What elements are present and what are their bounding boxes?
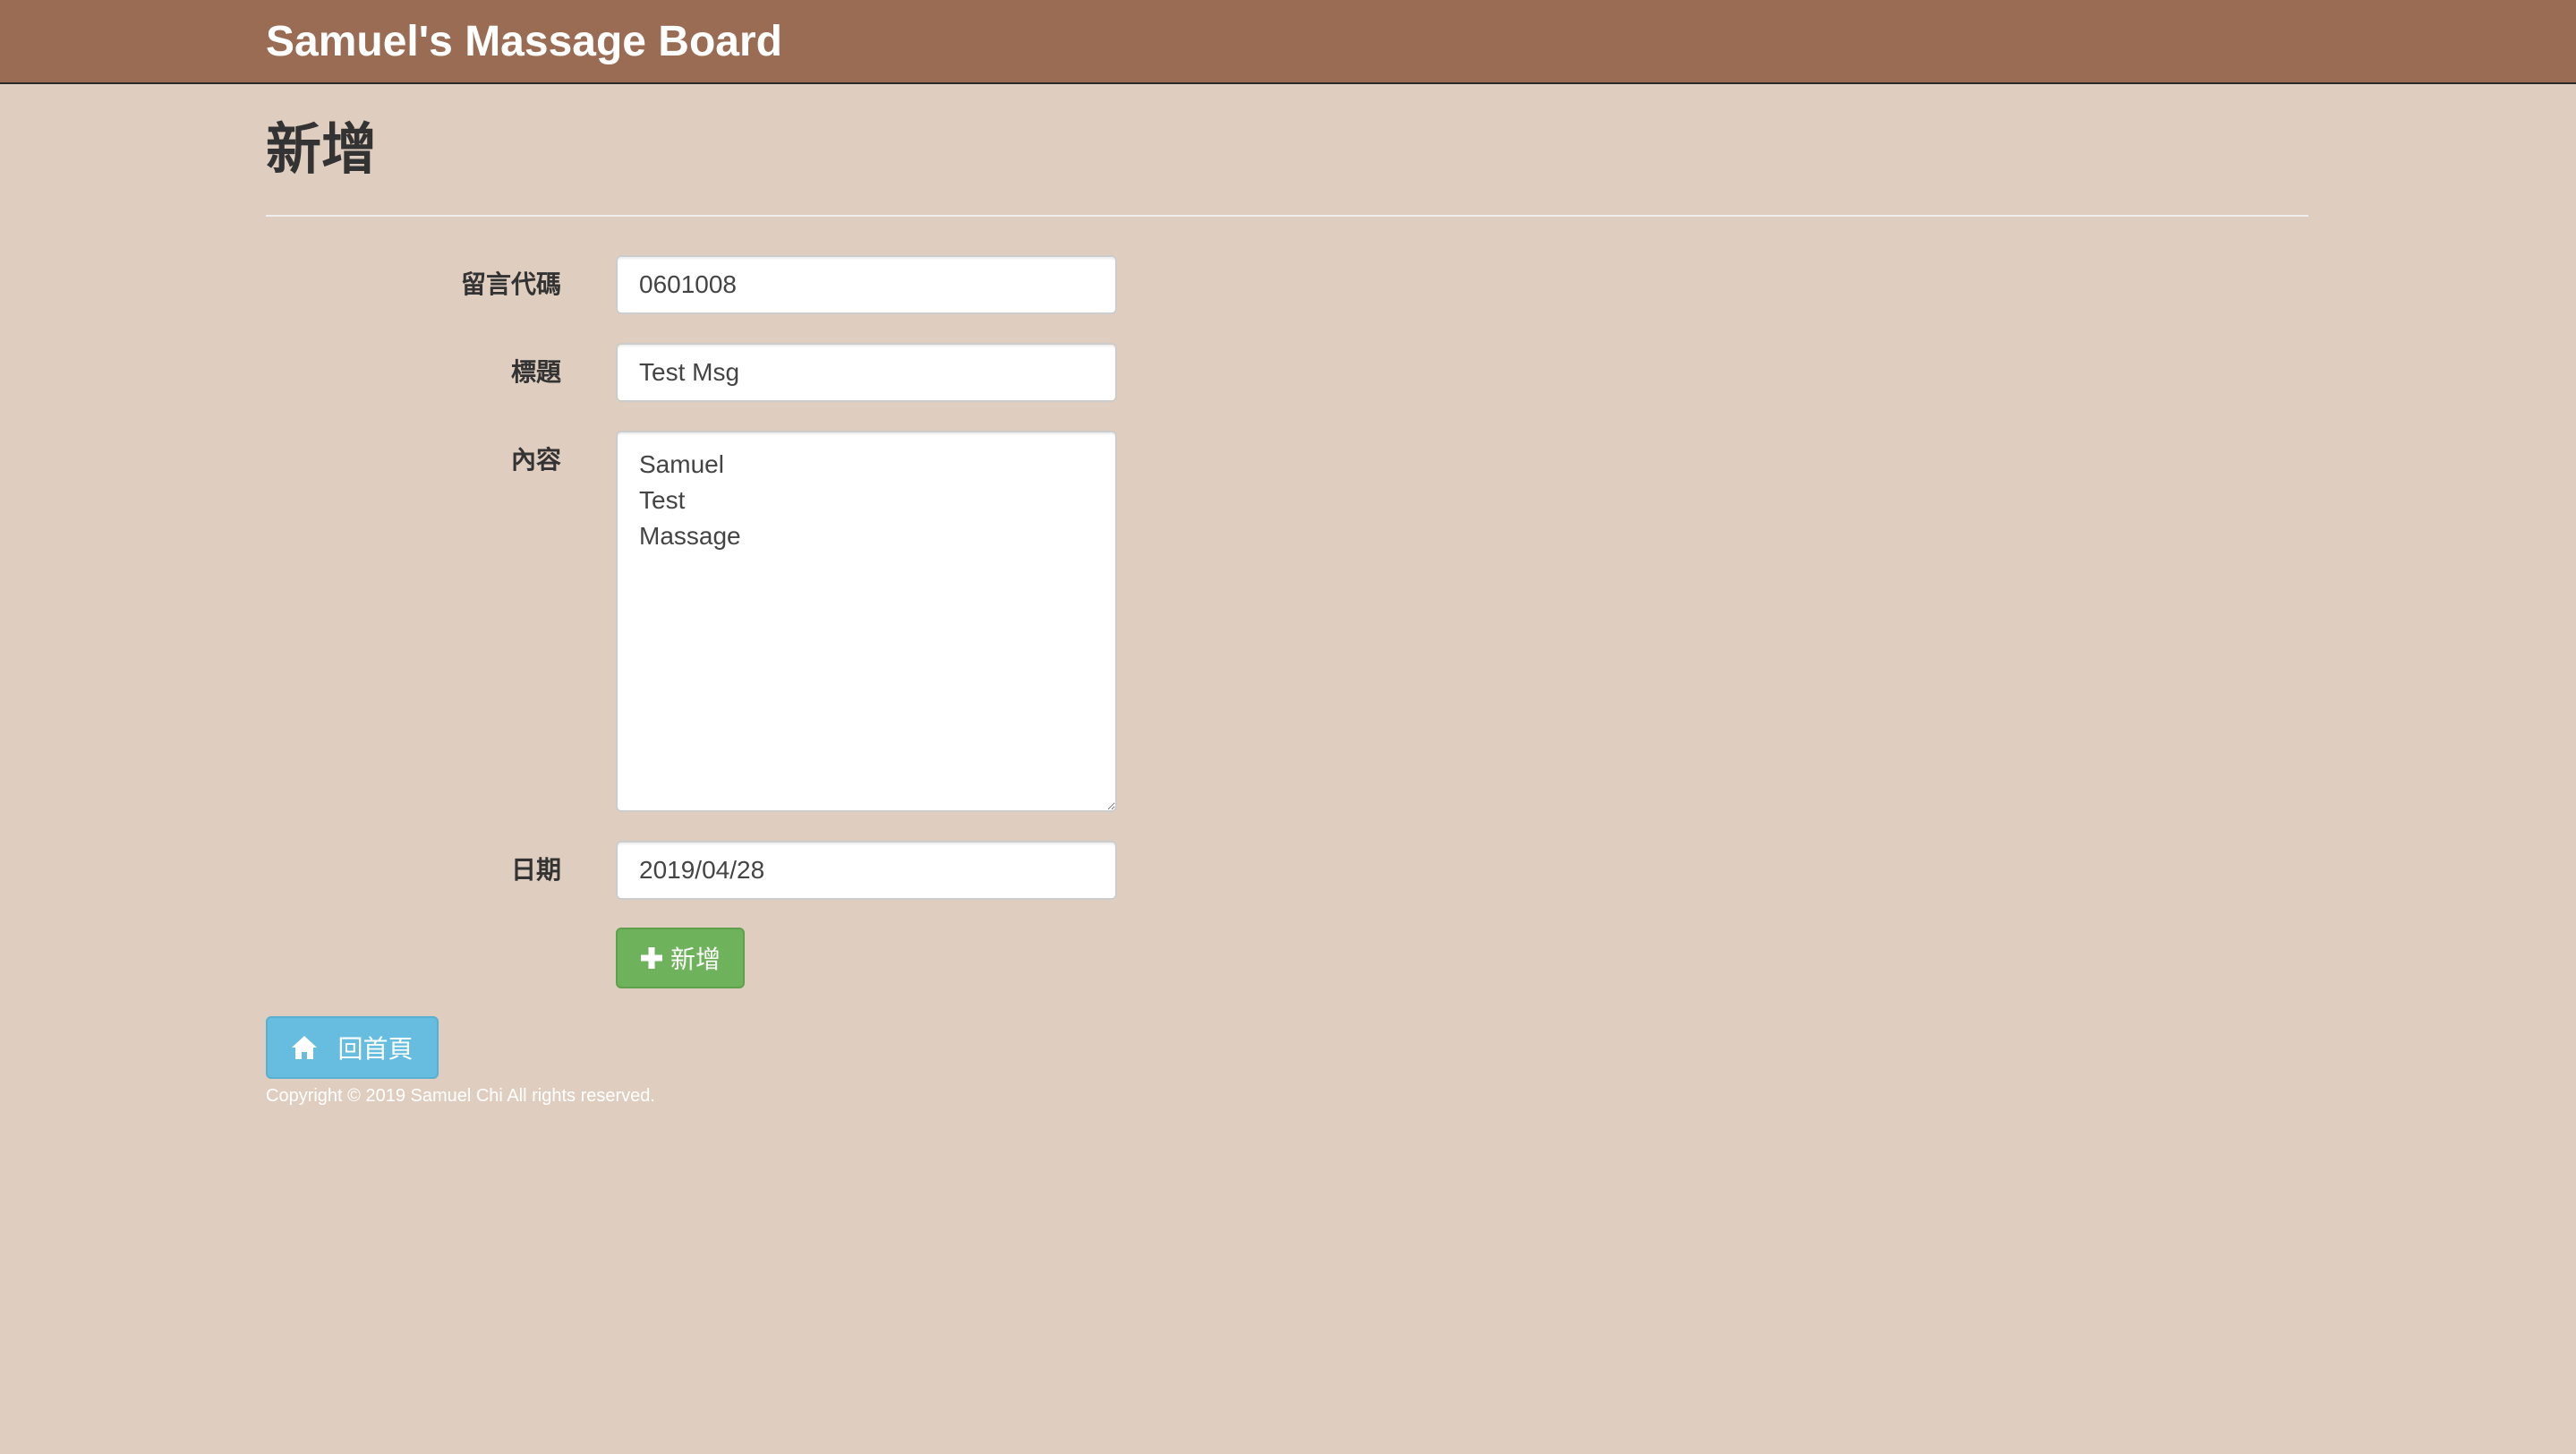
header-divider — [266, 215, 2308, 217]
navbar: Samuel's Massage Board — [0, 0, 2576, 84]
create-button-label: 新增 — [670, 945, 721, 973]
plus-icon — [640, 946, 663, 970]
content-label: 內容 — [510, 446, 561, 474]
home-button[interactable]: 回首頁 — [266, 1016, 439, 1079]
home-button-label: 回首頁 — [337, 1035, 414, 1063]
subject-input[interactable] — [616, 343, 1117, 402]
message-id-input[interactable] — [616, 255, 1117, 314]
home-icon — [291, 1035, 318, 1060]
page-title: 新增 — [266, 119, 378, 181]
subject-label: 標題 — [510, 358, 561, 386]
brand-link[interactable]: Samuel's Massage Board — [266, 16, 782, 68]
create-button[interactable]: 新增 — [616, 928, 745, 988]
date-label: 日期 — [510, 856, 561, 884]
message-id-label: 留言代碼 — [460, 270, 561, 298]
copyright-text: Copyright © 2019 Samuel Chi All rights r… — [266, 1086, 655, 1106]
content-textarea[interactable]: Samuel Test Massage — [616, 431, 1117, 812]
date-input[interactable] — [616, 841, 1117, 900]
